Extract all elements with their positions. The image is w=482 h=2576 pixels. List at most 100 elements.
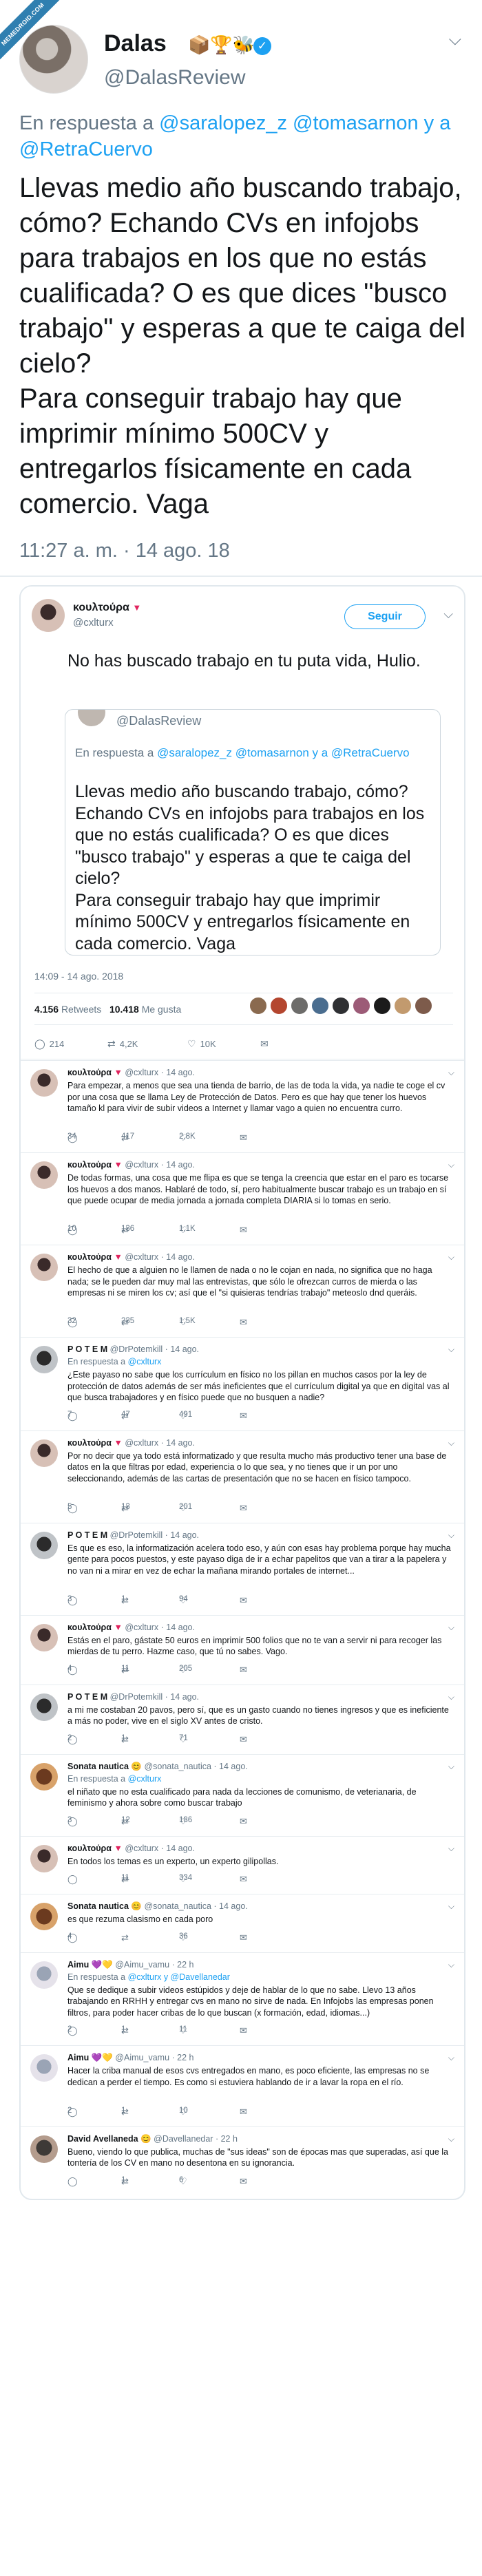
reply-handles-link[interactable]: @saralopez_z @tomasarnon y a @RetraCuerv… bbox=[157, 746, 409, 759]
author-handle[interactable]: @cxlturx bbox=[125, 1068, 158, 1077]
author-handle[interactable]: @DrPotemkill bbox=[110, 1692, 163, 1702]
reply-tweet[interactable]: κουλτούρα ▼ @cxlturx · 14 ago. ⌵ De todas … bbox=[21, 1152, 464, 1245]
reply-timestamp[interactable]: 22 h bbox=[177, 1960, 193, 1970]
reply-timestamp[interactable]: 22 h bbox=[221, 2134, 238, 2144]
avatar[interactable] bbox=[30, 1844, 58, 1872]
author-name[interactable]: κουλτούρα bbox=[67, 1160, 112, 1170]
avatar[interactable] bbox=[30, 1439, 58, 1467]
author-handle[interactable]: @cxlturx bbox=[73, 617, 114, 629]
author-handle[interactable]: @sonata_nautica bbox=[144, 1762, 211, 1771]
chevron-down-icon[interactable]: ⌵ bbox=[448, 1901, 454, 1912]
chevron-down-icon[interactable]: ⌵ bbox=[448, 1762, 454, 1772]
author-handle[interactable]: @cxlturx bbox=[125, 1160, 158, 1170]
chevron-down-icon[interactable]: ⌵ bbox=[448, 1438, 454, 1448]
avatar[interactable] bbox=[394, 997, 412, 1015]
author-handle[interactable]: @DrPotemkill bbox=[110, 1530, 163, 1540]
author-name[interactable]: P O T E M bbox=[67, 1344, 107, 1354]
retweets-count[interactable]: 4.156 bbox=[34, 1004, 59, 1015]
reply-tweet[interactable]: Aimu 💜💛 @Aimu_vamu · 22 h ⌵ En respuesta a… bbox=[21, 1952, 464, 2046]
chevron-down-icon[interactable]: ⌵ bbox=[448, 1623, 454, 1633]
reply-tweet[interactable]: David Avellaneda 😊 @Davellanedar · 22 h ⌵… bbox=[21, 2126, 464, 2196]
author-name[interactable]: κουλτούρα bbox=[67, 1252, 112, 1262]
avatar[interactable] bbox=[30, 1961, 58, 1989]
likes-count[interactable]: 10.418 bbox=[109, 1004, 139, 1015]
avatar[interactable] bbox=[311, 997, 329, 1015]
avatar[interactable] bbox=[332, 997, 350, 1015]
avatar[interactable] bbox=[30, 2054, 58, 2082]
author-name[interactable]: κουλτούρα bbox=[67, 1068, 112, 1077]
reply-tweet[interactable]: κουλτούρα ▼ @cxlturx · 14 ago. ⌵ Estás en … bbox=[21, 1614, 464, 1685]
chevron-down-icon[interactable]: ⌵ bbox=[448, 1692, 454, 1702]
reply-handles-link[interactable]: @cxlturx y @Davellanedar bbox=[128, 1972, 230, 1982]
avatar[interactable] bbox=[30, 1531, 58, 1559]
reply-timestamp[interactable]: 14 ago. bbox=[170, 1692, 199, 1702]
author-name[interactable]: κουλτούρα bbox=[67, 1438, 112, 1448]
author-handle[interactable]: @cxlturx bbox=[125, 1252, 158, 1262]
reply-timestamp[interactable]: 22 h bbox=[177, 2053, 193, 2062]
author-handle[interactable]: @DrPotemkill bbox=[110, 1344, 163, 1354]
avatar[interactable] bbox=[415, 997, 432, 1015]
avatar[interactable] bbox=[373, 997, 391, 1015]
avatar[interactable] bbox=[30, 1762, 58, 1791]
avatar[interactable] bbox=[249, 997, 267, 1015]
author-name[interactable]: Aimu bbox=[67, 2053, 89, 2062]
avatar[interactable] bbox=[353, 997, 370, 1015]
author-name[interactable]: Dalas bbox=[104, 30, 167, 57]
chevron-down-icon[interactable]: ⌵ bbox=[443, 607, 453, 622]
tweet-timestamp[interactable]: 11:27 a. m. · 14 ago. 18 bbox=[19, 540, 230, 562]
chevron-down-icon[interactable]: ⌵ bbox=[448, 1160, 454, 1170]
author-name[interactable]: Aimu bbox=[67, 1960, 89, 1970]
reply-timestamp[interactable]: 14 ago. bbox=[170, 1344, 199, 1354]
reply-tweet[interactable]: Sonata nautica 😊 @sonata_nautica · 14 ag… bbox=[21, 1753, 464, 1836]
reply-timestamp[interactable]: 14 ago. bbox=[170, 1530, 199, 1540]
avatar[interactable] bbox=[32, 599, 65, 632]
reply-tweet[interactable]: κουλτούρα ▼ @cxlturx · 14 ago. ⌵ Para empe… bbox=[21, 1060, 464, 1152]
author-handle[interactable]: @Davellanedar bbox=[154, 2134, 213, 2144]
author-handle[interactable]: @cxlturx bbox=[125, 1844, 158, 1853]
author-handle[interactable]: @DalasReview bbox=[104, 66, 246, 89]
avatar[interactable] bbox=[30, 1069, 58, 1097]
avatar[interactable] bbox=[30, 2135, 58, 2163]
reply-timestamp[interactable]: 14 ago. bbox=[166, 1438, 195, 1448]
author-name[interactable]: Sonata nautica bbox=[67, 1762, 129, 1771]
reply-handles-link[interactable]: @cxlturx bbox=[128, 1357, 162, 1366]
author-handle[interactable]: @cxlturx bbox=[125, 1438, 158, 1448]
chevron-down-icon[interactable]: ⌵ bbox=[448, 1844, 454, 1854]
chevron-down-icon[interactable]: ⌵ bbox=[448, 1960, 454, 1970]
avatar[interactable] bbox=[30, 1693, 58, 1721]
reply-tweet[interactable]: P O T E M @DrPotemkill · 14 ago. ⌵ Es que … bbox=[21, 1522, 464, 1615]
chevron-down-icon[interactable]: ⌵ bbox=[448, 1252, 454, 1263]
author-name[interactable]: David Avellaneda bbox=[67, 2134, 138, 2144]
author-name[interactable]: P O T E M bbox=[67, 1530, 107, 1540]
author-name[interactable]: P O T E M bbox=[67, 1692, 107, 1702]
author-handle[interactable]: @sonata_nautica bbox=[144, 1901, 211, 1911]
reply-tweet[interactable]: Sonata nautica 😊 @sonata_nautica · 14 ag… bbox=[21, 1894, 464, 1952]
reply-timestamp[interactable]: 14 ago. bbox=[219, 1762, 248, 1771]
author-handle[interactable]: @Aimu_vamu bbox=[115, 2053, 169, 2062]
avatar[interactable] bbox=[30, 1254, 58, 1281]
author-handle[interactable]: @Aimu_vamu bbox=[115, 1960, 169, 1970]
reply-tweet[interactable]: Aimu 💜💛 @Aimu_vamu · 22 h ⌵ Hacer la criba… bbox=[21, 2045, 464, 2126]
author-handle[interactable]: @cxlturx bbox=[125, 1623, 158, 1632]
avatar[interactable] bbox=[30, 1346, 58, 1373]
chevron-down-icon[interactable]: ⌵ bbox=[448, 2053, 454, 2063]
reply-timestamp[interactable]: 14 ago. bbox=[166, 1252, 195, 1262]
follow-button[interactable]: Seguir bbox=[344, 604, 426, 629]
like-button[interactable]: ♡ 10K bbox=[187, 1038, 216, 1050]
reply-timestamp[interactable]: 14 ago. bbox=[166, 1068, 195, 1077]
avatar[interactable] bbox=[30, 1161, 58, 1189]
reply-tweet[interactable]: P O T E M @DrPotemkill · 14 ago. ⌵ a mi me… bbox=[21, 1684, 464, 1754]
avatar[interactable] bbox=[30, 1903, 58, 1930]
embedded-tweet[interactable]: κουλτούρα ▼ @cxlturx Seguir ⌵ No has bus… bbox=[19, 585, 465, 2200]
chevron-down-icon[interactable]: ⌵ bbox=[448, 1530, 454, 1541]
avatar[interactable] bbox=[30, 1623, 58, 1651]
reply-timestamp[interactable]: 14 ago. bbox=[166, 1623, 195, 1632]
reply-tweet[interactable]: κουλτούρα ▼ @cxlturx · 14 ago. ⌵ En todos … bbox=[21, 1835, 464, 1894]
quoted-tweet[interactable]: @DalasReview En respuesta a @saralopez_z… bbox=[65, 709, 441, 956]
avatar[interactable] bbox=[291, 997, 308, 1015]
reply-timestamp[interactable]: 14 ago. bbox=[166, 1844, 195, 1853]
author-name[interactable]: κουλτούρα ▼ bbox=[73, 602, 141, 614]
chevron-down-icon[interactable]: ⌵ bbox=[448, 2134, 454, 2144]
avatar[interactable] bbox=[19, 25, 88, 94]
reply-handles-link[interactable]: @cxlturx bbox=[128, 1774, 162, 1784]
